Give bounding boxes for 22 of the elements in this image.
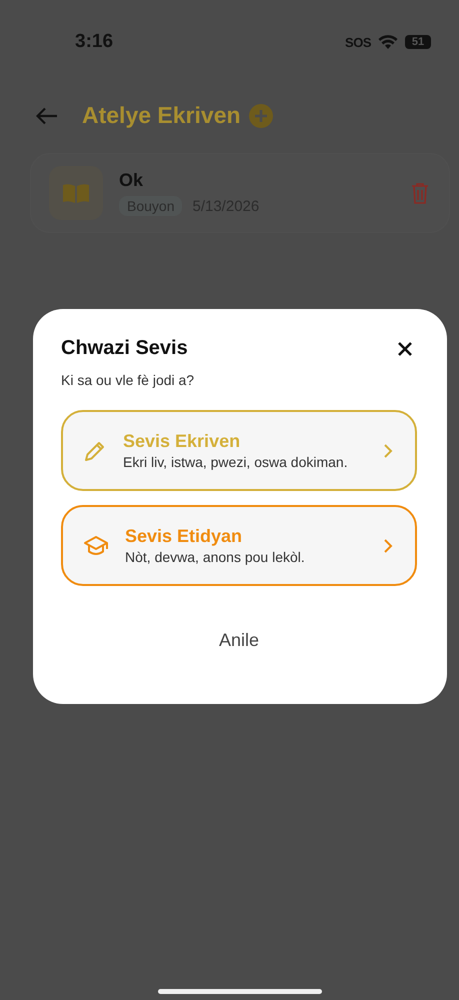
- page-title: Atelye Ekriven: [82, 102, 241, 129]
- option-description: Nòt, devwa, anons pou lekòl.: [125, 549, 306, 565]
- option-title: Sevis Etidyan: [125, 526, 244, 547]
- chevron-right-icon: [383, 538, 393, 554]
- dialog-subtitle: Ki sa ou vle fè jodi a?: [61, 372, 196, 388]
- document-title: Ok: [119, 170, 144, 191]
- chevron-right-icon: [383, 442, 393, 458]
- battery-indicator: 51: [405, 35, 431, 49]
- option-description: Ekri liv, istwa, pwezi, oswa dokiman.: [123, 454, 349, 470]
- book-icon: [49, 166, 103, 220]
- close-icon[interactable]: [397, 340, 413, 356]
- dialog-title: Chwazi Sevis: [61, 337, 188, 360]
- option-title: Sevis Ekriven: [123, 431, 242, 452]
- status-time: 3:16: [75, 31, 114, 53]
- service-option[interactable]: Sevis Etidyan Nòt, devwa, anons pou lekòl.: [61, 505, 417, 586]
- add-icon[interactable]: [248, 104, 273, 128]
- sos-indicator: SOS: [345, 34, 371, 50]
- graduation-cap-icon: [83, 534, 109, 558]
- service-option[interactable]: Sevis Ekriven Ekri liv, istwa, pwezi, oswa dokiman.: [61, 410, 417, 491]
- wifi-icon: [378, 34, 398, 50]
- back-arrow-icon[interactable]: [36, 106, 58, 124]
- cancel-button[interactable]: Anile: [210, 626, 268, 655]
